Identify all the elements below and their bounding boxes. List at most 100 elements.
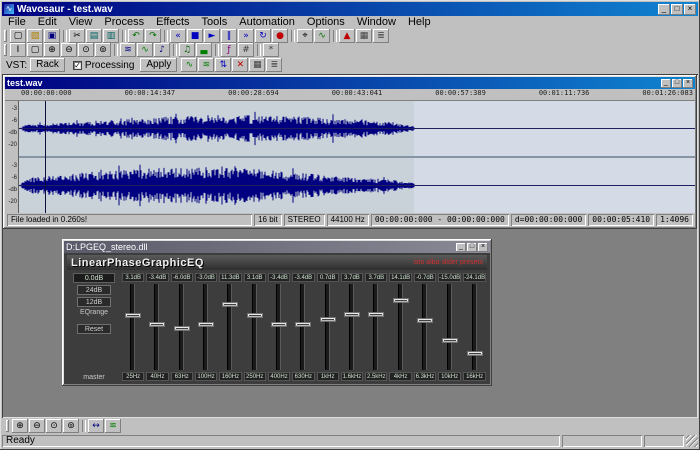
vst-route-button[interactable]: ⇅ xyxy=(215,58,231,72)
eq-slider[interactable] xyxy=(365,284,387,370)
plugin-close-button[interactable]: × xyxy=(478,243,488,252)
menu-tools[interactable]: Tools xyxy=(196,16,234,29)
eq-slider[interactable] xyxy=(244,284,266,370)
plugin-maximize-button[interactable]: □ xyxy=(467,243,477,252)
vst-grid-button[interactable]: ▦ xyxy=(249,58,265,72)
eq-slider-handle[interactable] xyxy=(320,317,336,322)
eq-slider-handle[interactable] xyxy=(368,312,384,317)
fx-button[interactable]: ƒ xyxy=(221,43,237,57)
eq-slider-handle[interactable] xyxy=(344,312,360,317)
eq-slider-track[interactable] xyxy=(203,284,208,370)
eq-slider[interactable] xyxy=(438,284,461,370)
eq-slider-handle[interactable] xyxy=(442,338,458,343)
eq-range-12db-button[interactable]: 12dB xyxy=(77,297,111,307)
go-start-button[interactable]: « xyxy=(170,29,186,43)
eq-slider[interactable] xyxy=(268,284,290,370)
zoom-selection-button[interactable]: ⊙ xyxy=(78,43,94,57)
zoom-all-button[interactable]: ⊚ xyxy=(95,43,111,57)
eq-slider[interactable] xyxy=(463,284,486,370)
batch-button[interactable]: ▦ xyxy=(356,29,372,43)
menu-help[interactable]: Help xyxy=(402,16,437,29)
eq-slider[interactable] xyxy=(195,284,217,370)
record-button[interactable]: ● xyxy=(272,29,288,43)
maximize-button[interactable]: □ xyxy=(671,4,683,15)
open-button[interactable]: ▧ xyxy=(27,29,43,43)
eq-reset-button[interactable]: Reset xyxy=(77,324,111,334)
zoom-in-2-button[interactable]: ⊕ xyxy=(12,419,28,433)
cut-button[interactable]: ✂ xyxy=(69,29,85,43)
wave-close-button[interactable]: × xyxy=(683,79,693,88)
new-button[interactable]: ▢ xyxy=(10,29,26,43)
eq-slider[interactable] xyxy=(341,284,363,370)
eq-slider-handle[interactable] xyxy=(247,313,263,318)
eq-slider-track[interactable] xyxy=(227,284,232,370)
vst-wave-button[interactable]: ∿ xyxy=(181,58,197,72)
zoom-selection-2-button[interactable]: ⊙ xyxy=(46,419,62,433)
wave-minimize-button[interactable]: _ xyxy=(661,79,671,88)
menu-view[interactable]: View xyxy=(63,16,99,29)
eq-slider-handle[interactable] xyxy=(125,313,141,318)
paste-button[interactable]: ▥ xyxy=(103,29,119,43)
eq-slider[interactable] xyxy=(146,284,168,370)
eq-slider-handle[interactable] xyxy=(222,302,238,307)
eq-slider-track[interactable] xyxy=(422,284,427,370)
eq-slider-track[interactable] xyxy=(130,284,135,370)
eq-slider-track[interactable] xyxy=(447,284,452,370)
grid-button[interactable]: # xyxy=(238,43,254,57)
eq-slider-handle[interactable] xyxy=(271,322,287,327)
spectrum-button[interactable]: ≋ xyxy=(120,43,136,57)
vst-processing-checkbox[interactable]: ✓ xyxy=(73,61,82,70)
toolbar-grip[interactable] xyxy=(6,420,9,432)
toolbar-grip[interactable] xyxy=(4,30,7,42)
plugin-window[interactable]: D:LPGEQ_stereo.dll _ □ × LinearPhaseGrap… xyxy=(62,239,492,386)
plugin-titlebar[interactable]: D:LPGEQ_stereo.dll _ □ × xyxy=(64,241,490,253)
waveform-left-channel[interactable] xyxy=(19,101,695,156)
eq-slider[interactable] xyxy=(414,284,436,370)
zoom-in-button[interactable]: ⊕ xyxy=(44,43,60,57)
waveform-display[interactable] xyxy=(19,101,695,213)
eq-slider-track[interactable] xyxy=(373,284,378,370)
loop-button[interactable]: ↻ xyxy=(255,29,271,43)
eq-slider-handle[interactable] xyxy=(393,298,409,303)
eq-slider-handle[interactable] xyxy=(174,326,190,331)
stop-button[interactable]: ■ xyxy=(187,29,203,43)
timeline-ruler[interactable]: 00:00:00:00000:00:14:34700:00:28:69400:0… xyxy=(5,89,695,101)
menu-effects[interactable]: Effects xyxy=(150,16,195,29)
waveform-right-channel[interactable] xyxy=(19,158,695,213)
eq-slider[interactable] xyxy=(292,284,314,370)
eq-slider[interactable] xyxy=(317,284,339,370)
pause-button[interactable]: ‖ xyxy=(221,29,237,43)
eq-slider-handle[interactable] xyxy=(295,322,311,327)
minimize-button[interactable]: _ xyxy=(658,4,670,15)
save-button[interactable]: ▣ xyxy=(44,29,60,43)
menu-automation[interactable]: Automation xyxy=(233,16,301,29)
eq-slider[interactable] xyxy=(122,284,144,370)
resize-grip[interactable] xyxy=(686,435,698,447)
plugin-minimize-button[interactable]: _ xyxy=(456,243,466,252)
go-end-button[interactable]: » xyxy=(238,29,254,43)
fit-width-button[interactable]: ↔ xyxy=(88,419,104,433)
wave-window[interactable]: test.wav _ □ × 00:00:00:00000:00:14:3470… xyxy=(3,75,697,229)
level-meter-button[interactable]: ▃ xyxy=(196,43,212,57)
export-button[interactable]: ▲ xyxy=(339,29,355,43)
copy-button[interactable]: ▤ xyxy=(86,29,102,43)
menu-options[interactable]: Options xyxy=(301,16,351,29)
eq-slider-track[interactable] xyxy=(325,284,330,370)
menu-process[interactable]: Process xyxy=(98,16,150,29)
menu-window[interactable]: Window xyxy=(351,16,402,29)
zoom-vertical-button[interactable]: ⊚ xyxy=(63,419,79,433)
close-button[interactable]: × xyxy=(684,4,696,15)
zoom-out-button[interactable]: ⊖ xyxy=(61,43,77,57)
marker-button[interactable]: ⌖ xyxy=(297,29,313,43)
cursor-tool-button[interactable]: I xyxy=(10,43,26,57)
eq-slider-track[interactable] xyxy=(472,284,477,370)
vst-remove-button[interactable]: ✕ xyxy=(232,58,248,72)
wave-window-titlebar[interactable]: test.wav _ □ × xyxy=(5,77,695,89)
speaker-button[interactable]: ♫ xyxy=(179,43,195,57)
wave-edit-button[interactable]: ∿ xyxy=(314,29,330,43)
eq-range-24db-button[interactable]: 24dB xyxy=(77,285,111,295)
eq-slider[interactable] xyxy=(219,284,241,370)
midi-button[interactable]: ♪ xyxy=(154,43,170,57)
mixer-button[interactable]: ≣ xyxy=(373,29,389,43)
vst-rack-button[interactable]: Rack xyxy=(30,58,65,72)
